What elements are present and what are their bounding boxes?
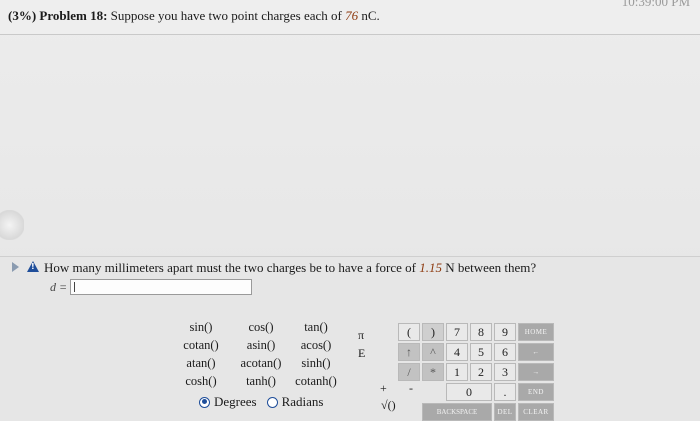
key-9[interactable]: 9 <box>494 323 516 341</box>
image-artifact <box>0 210 24 240</box>
key-1[interactable]: 1 <box>446 363 468 381</box>
function-grid: sin() cos() tan() cotan() asin() acos() … <box>172 320 340 392</box>
key-5[interactable]: 5 <box>470 343 492 361</box>
charge-value: 76 <box>345 8 359 23</box>
fn-cosh-button[interactable]: cosh() <box>172 374 230 392</box>
answer-label: d = <box>50 280 68 294</box>
problem-text: Suppose you have two point charges each … <box>110 8 342 23</box>
fn-acos-button[interactable]: acos() <box>292 338 340 356</box>
warning-icon <box>27 261 39 272</box>
fn-tanh-button[interactable]: tanh() <box>230 374 292 392</box>
key-caret[interactable]: ^ <box>422 343 444 361</box>
key-6[interactable]: 6 <box>494 343 516 361</box>
e-button[interactable]: E <box>358 346 365 361</box>
key-decimal[interactable]: . <box>494 383 516 401</box>
question-prompt: How many millimeters apart must the two … <box>44 260 416 275</box>
key-0[interactable]: 0 <box>446 383 492 401</box>
key-open-paren[interactable]: ( <box>398 323 420 341</box>
force-value: 1.15 <box>419 260 442 275</box>
key-left-arrow[interactable]: ← <box>518 343 554 361</box>
question-text: How many millimeters apart must the two … <box>44 260 536 276</box>
key-3[interactable]: 3 <box>494 363 516 381</box>
problem-number: Problem 18: <box>39 8 108 23</box>
plus-button[interactable]: + <box>380 381 387 396</box>
fn-cos-button[interactable]: cos() <box>230 320 292 338</box>
problem-statement: (3%) Problem 18: Suppose you have two po… <box>8 8 380 24</box>
fn-sin-button[interactable]: sin() <box>172 320 230 338</box>
sqrt-button[interactable]: √() <box>381 398 396 413</box>
charge-unit: nC. <box>361 8 380 23</box>
timestamp: 10:39:00 PM <box>621 0 690 9</box>
fn-asin-button[interactable]: asin() <box>230 338 292 356</box>
fn-cotan-button[interactable]: cotan() <box>172 338 230 356</box>
fn-cotanh-button[interactable]: cotanh() <box>292 374 340 392</box>
calculator-keypad: ( ) 7 8 9 HOME ↑ ^ 4 5 6 ← / * 1 2 3 → 0… <box>398 323 554 421</box>
radians-radio[interactable] <box>266 396 278 408</box>
problem-weight: (3%) <box>8 8 37 23</box>
answer-input[interactable] <box>70 279 252 295</box>
angle-mode-selector: Degrees Radians <box>199 394 329 410</box>
key-close-paren[interactable]: ) <box>422 323 444 341</box>
pi-button[interactable]: π <box>358 328 364 343</box>
key-4[interactable]: 4 <box>446 343 468 361</box>
expand-arrow-icon[interactable] <box>12 262 19 272</box>
key-7[interactable]: 7 <box>446 323 468 341</box>
key-backspace[interactable]: BACKSPACE <box>422 403 492 421</box>
keypad-spacer <box>398 383 444 401</box>
key-2[interactable]: 2 <box>470 363 492 381</box>
fn-sinh-button[interactable]: sinh() <box>292 356 340 374</box>
key-right-arrow[interactable]: → <box>518 363 554 381</box>
key-clear[interactable]: CLEAR <box>518 403 554 421</box>
key-delete[interactable]: DEL <box>494 403 516 421</box>
question-prompt-end: N between them? <box>445 260 537 275</box>
key-end[interactable]: END <box>518 383 554 401</box>
fn-acotan-button[interactable]: acotan() <box>230 356 292 374</box>
key-home[interactable]: HOME <box>518 323 554 341</box>
key-multiply[interactable]: * <box>422 363 444 381</box>
key-8[interactable]: 8 <box>470 323 492 341</box>
fn-tan-button[interactable]: tan() <box>292 320 340 338</box>
degrees-radio[interactable] <box>199 396 210 408</box>
radians-label: Radians <box>281 394 324 409</box>
keypad-spacer <box>398 403 420 421</box>
fn-atan-button[interactable]: atan() <box>172 356 230 374</box>
degrees-label: Degrees <box>214 394 257 409</box>
key-divide[interactable]: / <box>398 363 420 381</box>
key-up-arrow[interactable]: ↑ <box>398 343 420 361</box>
